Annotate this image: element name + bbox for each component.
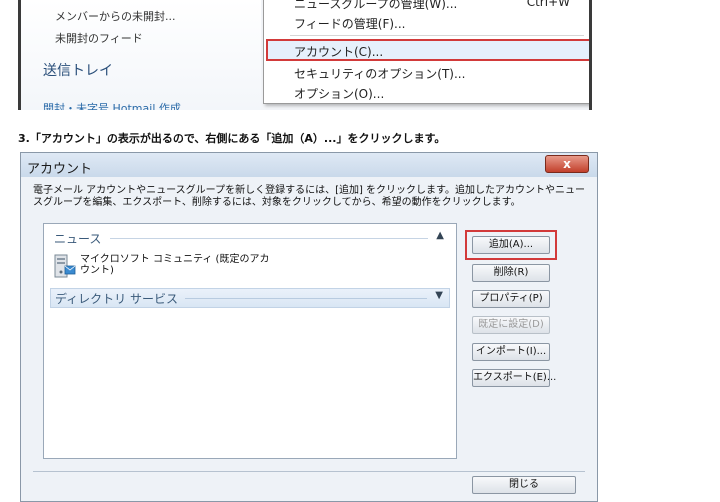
tools-menu: ニュースグループの管理(W)... Ctrl+W フィードの管理(F)... ア… — [263, 0, 589, 104]
sidebar-item-hotmail[interactable]: 開封・未字号 Hotmail 作成 — [43, 100, 181, 110]
menu-screenshot: メンバーからの未開封... 未開封のフィード 送信トレイ 開封・未字号 Hotm… — [18, 0, 592, 110]
menu-item-manage-newsgroups[interactable]: ニュースグループの管理(W)... — [294, 0, 457, 12]
menu-separator — [290, 35, 584, 36]
sidebar-item-unread-feeds[interactable]: 未開封のフィード — [55, 30, 143, 46]
delete-button[interactable]: 削除(R) — [472, 264, 550, 282]
add-button[interactable]: 追加(A)... — [472, 236, 550, 254]
menu-item-account[interactable]: アカウント(C)... — [294, 43, 383, 60]
dialog-titlebar[interactable]: アカウント x — [21, 153, 597, 177]
group-directory-services[interactable]: ディレクトリ サービス ▼ — [50, 288, 450, 308]
account-dialog: アカウント x 電子メール アカウントやニュースグループを新しく登録するには、[… — [20, 152, 598, 502]
instruction-text: 3.「アカウント」の表示が出るので、右側にある「追加（A）...」をクリックしま… — [18, 132, 446, 145]
news-server-icon — [54, 254, 76, 278]
list-item[interactable]: マイクロソフト コミュニティ (既定のアカウント) — [54, 252, 354, 282]
close-icon[interactable]: x — [545, 155, 589, 173]
account-list[interactable]: ニュース ▲ マイクロソフト コミュニティ (既定のアカウント) ディレクトリ … — [43, 223, 457, 459]
import-button[interactable]: インポート(I)... — [472, 343, 550, 361]
menu-item-manage-feeds[interactable]: フィードの管理(F)... — [294, 15, 405, 32]
account-name: マイクロソフト コミュニティ (既定のアカウント) — [80, 254, 270, 276]
menu-shortcut-ctrl-w: Ctrl+W — [526, 0, 570, 9]
close-button[interactable]: 閉じる — [472, 476, 576, 494]
export-button[interactable]: エクスポート(E)... — [472, 369, 556, 387]
sidebar-item-unread-members[interactable]: メンバーからの未開封... — [55, 8, 176, 24]
dialog-divider — [33, 471, 585, 472]
group-directory-label: ディレクトリ サービス — [55, 290, 184, 307]
group-divider — [110, 238, 428, 239]
chevron-up-icon[interactable]: ▲ — [436, 230, 444, 241]
sidebar-item-outbox[interactable]: 送信トレイ — [43, 60, 113, 80]
properties-button[interactable]: プロパティ(P) — [472, 290, 550, 308]
folder-sidebar: メンバーからの未開封... 未開封のフィード 送信トレイ 開封・未字号 Hotm… — [21, 0, 261, 110]
group-news-label: ニュース — [54, 230, 108, 247]
dialog-description: 電子メール アカウントやニュースグループを新しく登録するには、[追加] をクリッ… — [33, 185, 586, 208]
dialog-title: アカウント — [27, 162, 93, 177]
set-default-button[interactable]: 既定に設定(D) — [472, 316, 550, 334]
group-news[interactable]: ニュース ▲ — [50, 229, 450, 247]
chevron-down-icon[interactable]: ▼ — [435, 290, 443, 301]
menu-item-security-options[interactable]: セキュリティのオプション(T)... — [294, 65, 465, 82]
group-divider — [185, 298, 427, 299]
menu-item-options[interactable]: オプション(O)... — [294, 85, 384, 102]
